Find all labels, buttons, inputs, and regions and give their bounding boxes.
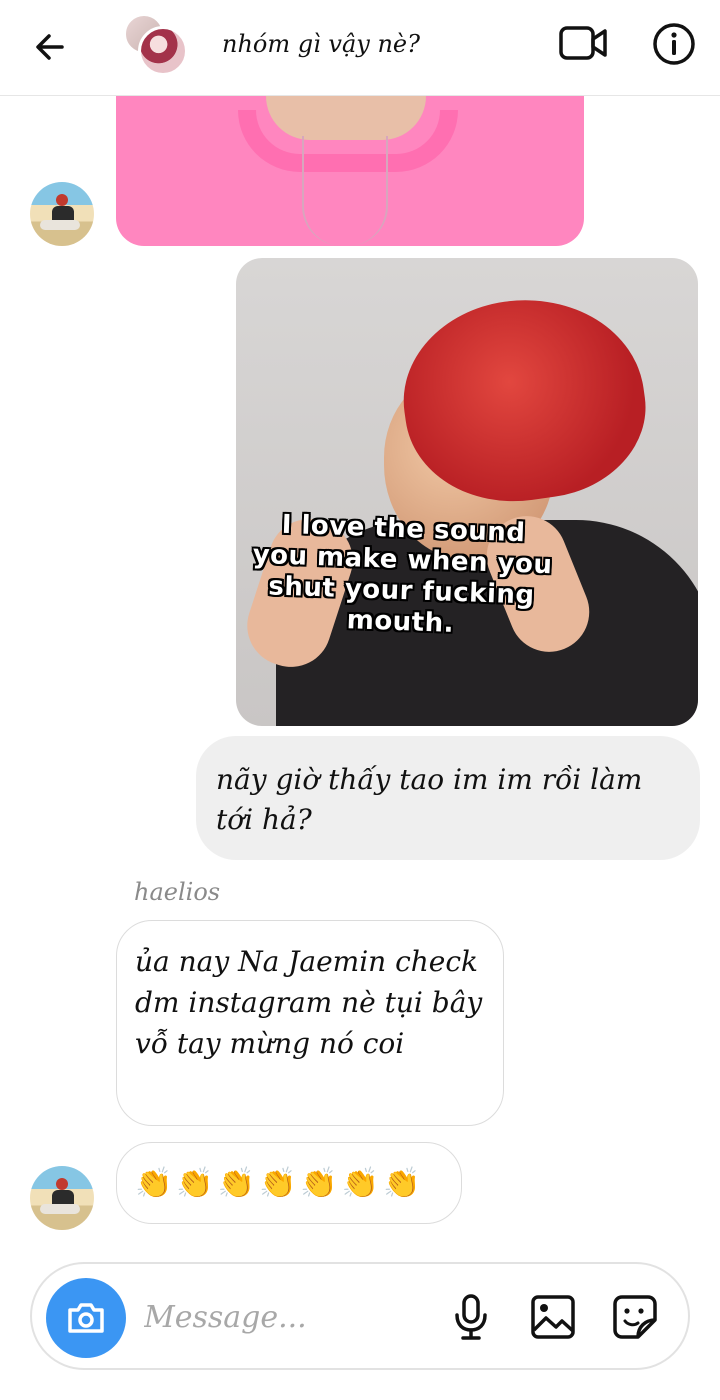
avatar-detail [40, 220, 80, 230]
image-icon [531, 1295, 575, 1339]
sticker-icon [613, 1295, 657, 1339]
group-avatar-front [138, 26, 188, 76]
info-icon [653, 23, 695, 65]
sender-avatar[interactable] [30, 1166, 94, 1230]
info-button[interactable] [650, 20, 698, 68]
sender-name: haelios [134, 878, 221, 906]
voice-message-button[interactable] [444, 1290, 498, 1344]
sticker-button[interactable] [608, 1290, 662, 1344]
chat-title[interactable]: nhóm gì vậy nè? [222, 30, 420, 58]
camera-button[interactable] [46, 1278, 126, 1358]
arrow-left-icon [36, 34, 64, 60]
outgoing-message-bubble[interactable]: nãy giờ thấy tao im im rồi làm tới hả? [196, 736, 700, 860]
message-composer [30, 1262, 690, 1370]
gallery-button[interactable] [526, 1290, 580, 1344]
shared-photo-pink-sweater[interactable] [116, 96, 584, 246]
avatar-detail [56, 1178, 68, 1190]
microphone-icon [455, 1294, 487, 1340]
clapping-hands-emoji: 👏👏👏👏👏👏👏 [135, 1165, 425, 1201]
photo-detail-necklace [302, 136, 388, 246]
avatar-detail [56, 194, 68, 206]
incoming-message-bubble[interactable]: ủa nay Na Jaemin check dm instagram nè t… [116, 920, 504, 1126]
incoming-emoji-bubble[interactable]: 👏👏👏👏👏👏👏 [116, 1142, 462, 1224]
chat-header: nhóm gì vậy nè? [0, 0, 720, 96]
meme-caption: I love the sound you make when you shut … [252, 509, 553, 639]
sender-avatar[interactable] [30, 182, 94, 246]
avatar-detail [40, 1204, 80, 1214]
back-button[interactable] [24, 24, 76, 70]
shared-meme-image[interactable]: I love the sound you make when you shut … [236, 258, 698, 726]
video-camera-icon [559, 26, 607, 60]
message-input[interactable] [144, 1292, 434, 1342]
group-avatar[interactable] [124, 14, 190, 80]
video-call-button[interactable] [556, 20, 610, 66]
camera-icon [68, 1303, 104, 1333]
